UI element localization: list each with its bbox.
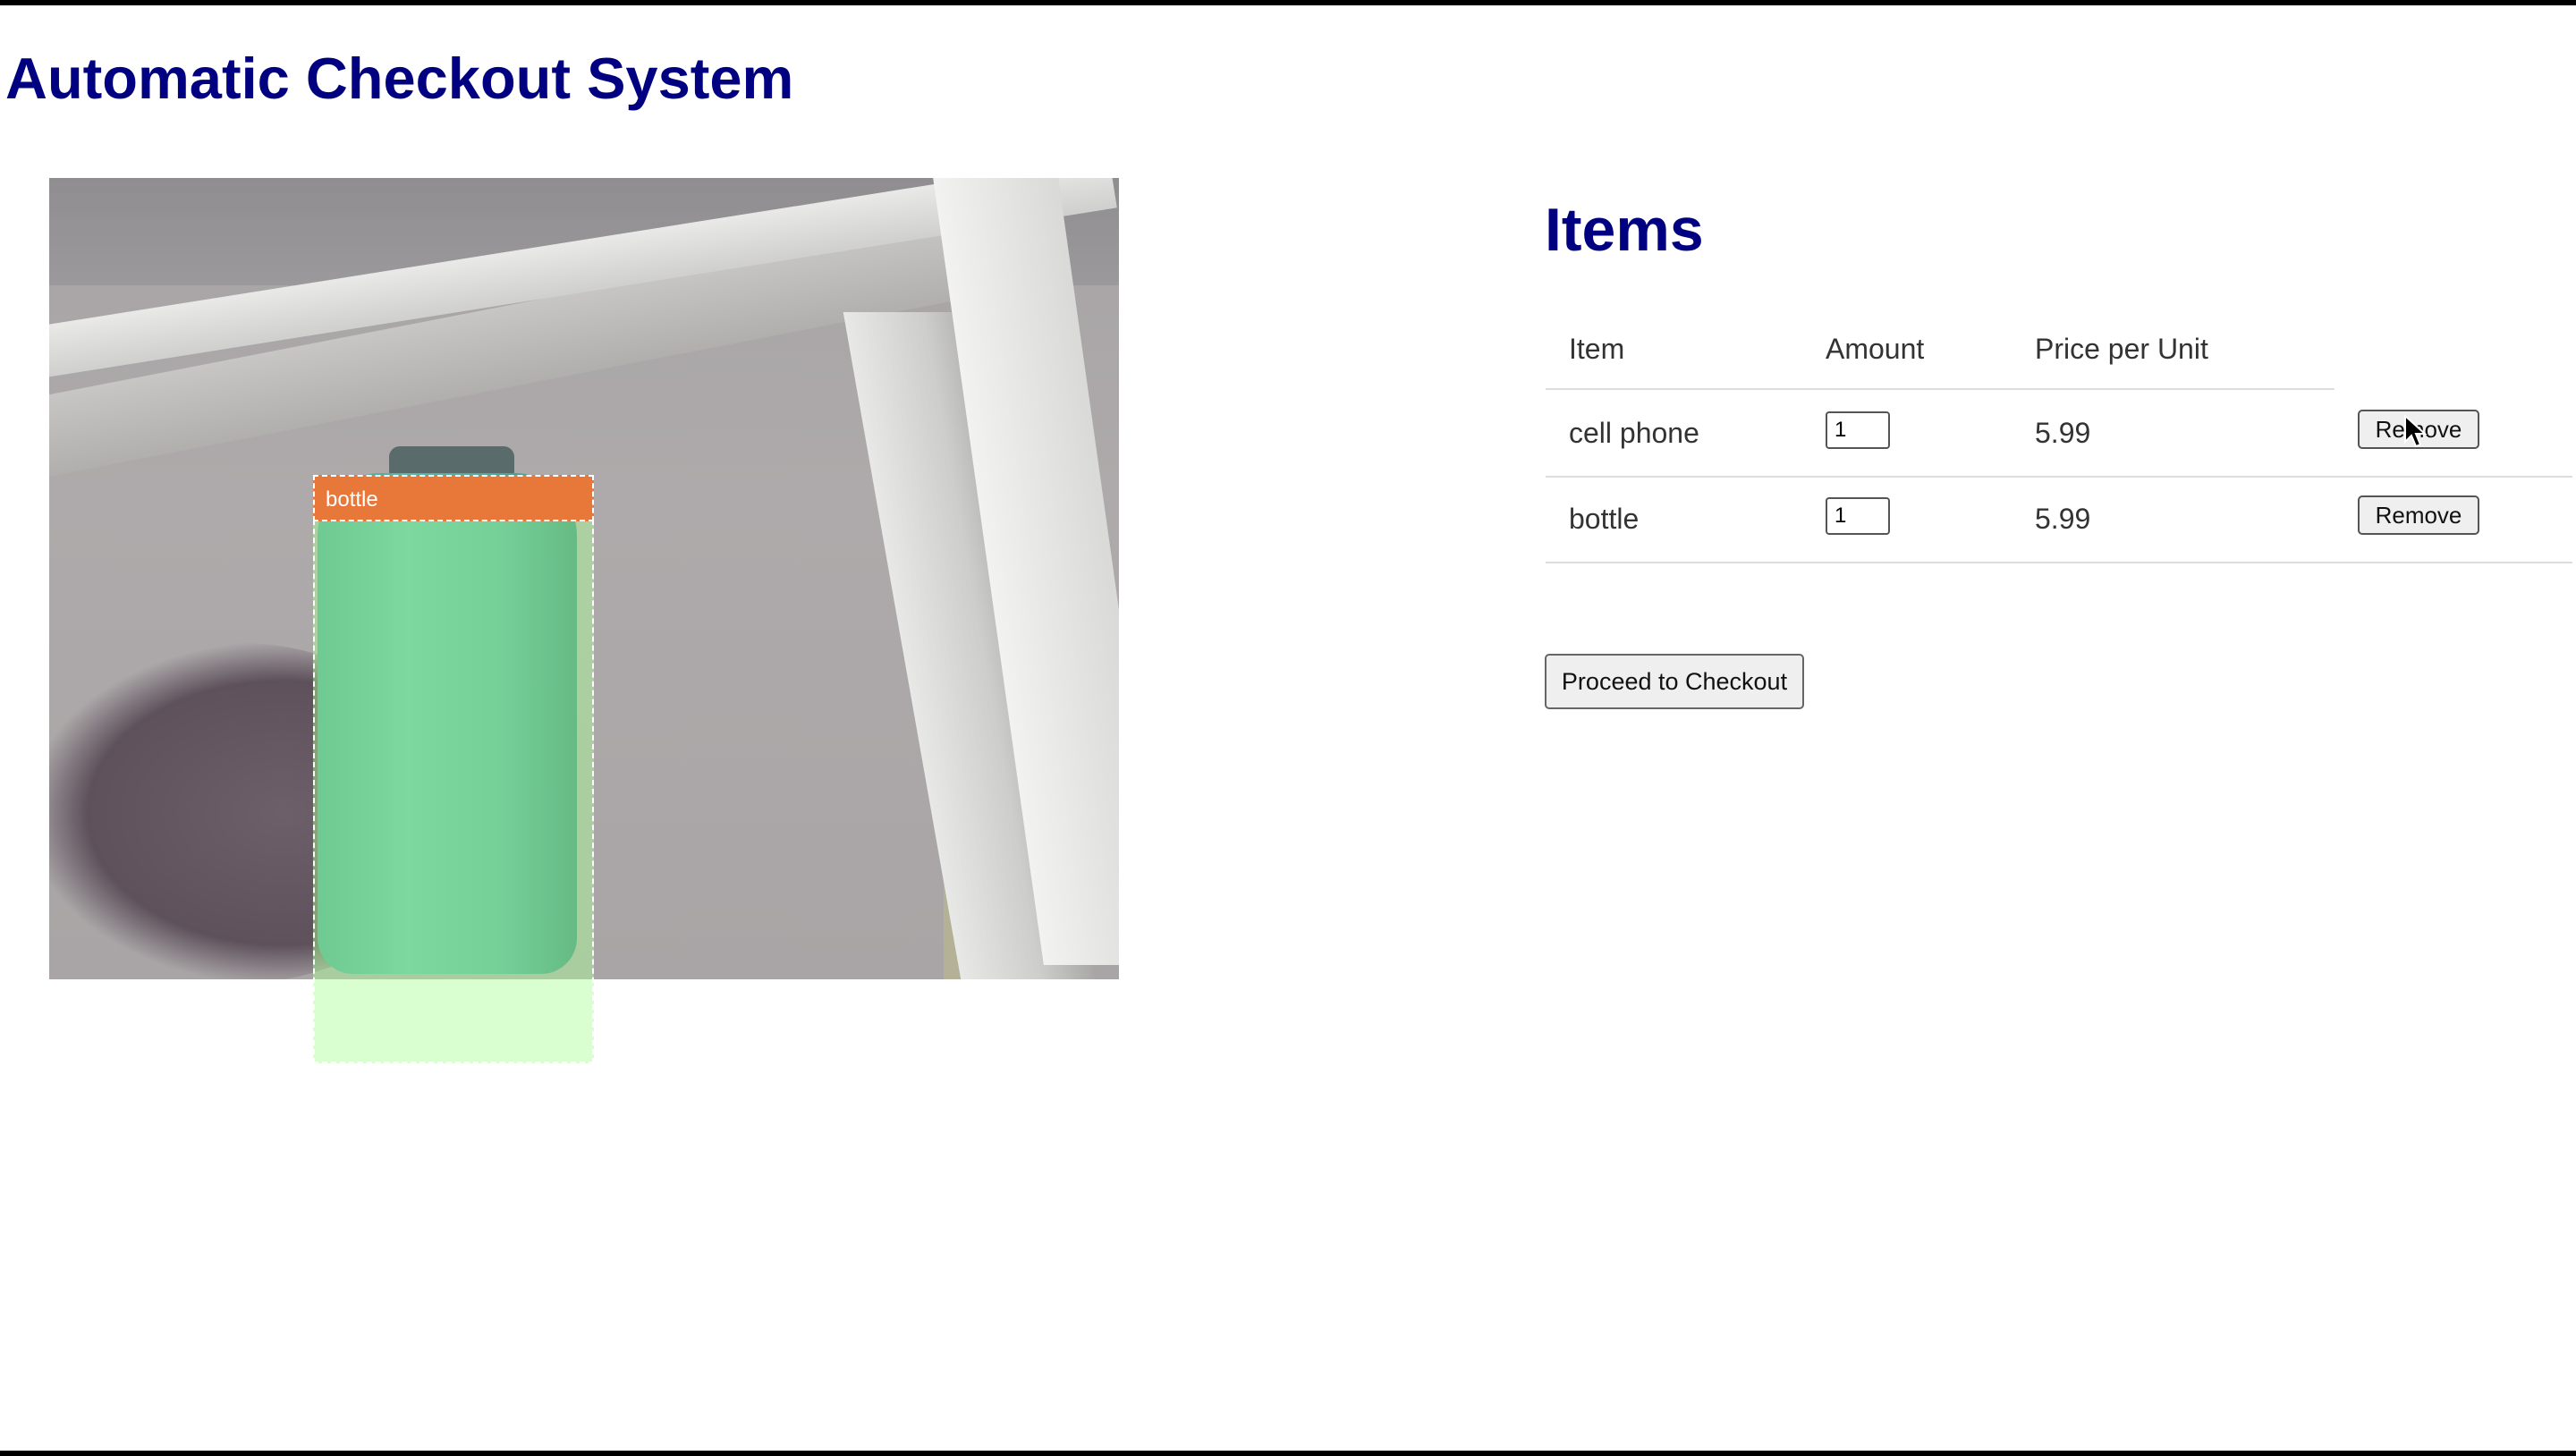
row-divider	[1546, 562, 2572, 563]
column-header-price: Price per Unit	[2035, 333, 2208, 365]
detection-box	[313, 475, 594, 1063]
bottom-border	[0, 1451, 2576, 1456]
column-header-item: Item	[1569, 333, 1625, 365]
item-name: cell phone	[1569, 417, 1699, 449]
remove-button[interactable]: Remove	[2358, 495, 2479, 535]
item-price: 5.99	[2035, 417, 2091, 449]
proceed-to-checkout-button[interactable]: Proceed to Checkout	[1545, 654, 1804, 709]
table-row: bottle 5.99 Remove	[1546, 476, 2572, 563]
page-title: Automatic Checkout System	[5, 46, 794, 111]
quantity-input[interactable]	[1826, 411, 1890, 449]
quantity-input[interactable]	[1826, 497, 1890, 535]
item-name: bottle	[1569, 503, 1640, 535]
column-header-amount: Amount	[1826, 333, 1925, 365]
item-price: 5.99	[2035, 503, 2091, 535]
top-border	[0, 0, 2576, 5]
items-title: Items	[1545, 196, 1704, 264]
detection-label: bottle	[313, 475, 594, 521]
